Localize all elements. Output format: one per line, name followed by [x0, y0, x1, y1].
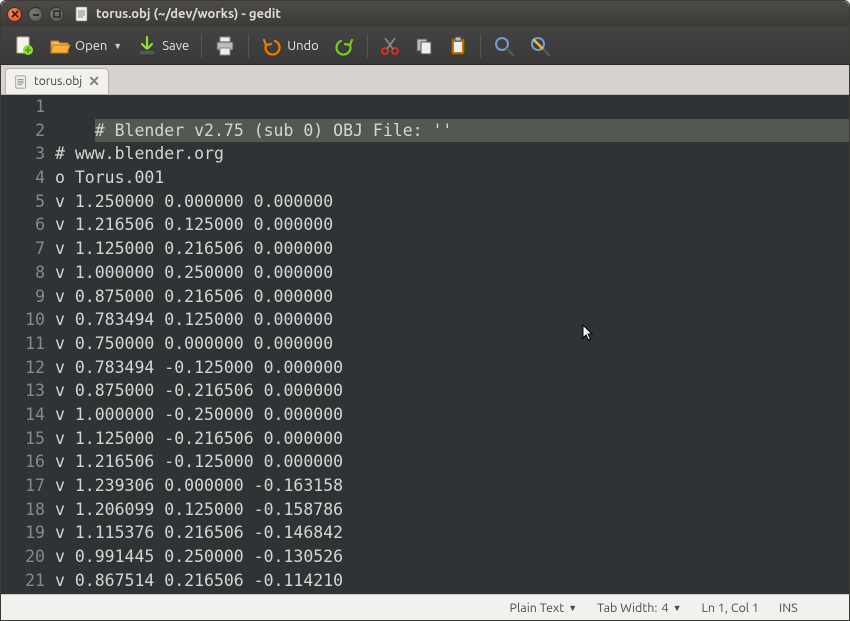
close-window-button[interactable] [7, 7, 22, 22]
line-number: 21 [1, 569, 45, 593]
save-label: Save [162, 39, 189, 53]
redo-icon [333, 35, 355, 57]
code-line[interactable]: v 0.867514 0.216506 -0.114210 [55, 569, 849, 593]
undo-label: Undo [287, 39, 319, 53]
line-number-gutter: 123456789101112131415161718192021 [1, 95, 55, 594]
code-line[interactable]: v 1.216506 -0.125000 0.000000 [55, 450, 849, 474]
line-number: 4 [1, 166, 45, 190]
code-line[interactable]: v 0.991445 0.250000 -0.130526 [55, 545, 849, 569]
syntax-selector[interactable]: Plain Text ▼ [510, 601, 578, 615]
toolbar-separator [480, 34, 481, 58]
undo-icon [261, 35, 283, 57]
open-label: Open [75, 39, 107, 53]
code-line[interactable]: v 1.125000 0.216506 0.000000 [55, 237, 849, 261]
line-number: 17 [1, 474, 45, 498]
code-line[interactable]: v 1.000000 0.250000 0.000000 [55, 261, 849, 285]
line-number: 14 [1, 403, 45, 427]
window-title: torus.obj (~/dev/works) - gedit [96, 7, 281, 21]
new-file-button[interactable] [7, 30, 41, 62]
chevron-down-icon: ▼ [113, 41, 122, 51]
syntax-label: Plain Text [510, 601, 565, 615]
editor-content[interactable]: # Blender v2.75 (sub 0) OBJ File: ''# ww… [55, 95, 849, 594]
code-line[interactable]: v 0.783494 -0.125000 0.000000 [55, 356, 849, 380]
line-number: 6 [1, 213, 45, 237]
print-icon [214, 35, 236, 57]
copy-button[interactable] [408, 30, 440, 62]
window-controls [7, 7, 64, 22]
document-tab[interactable]: torus.obj ✕ [5, 68, 109, 94]
new-file-icon [13, 35, 35, 57]
code-line[interactable]: v 1.115376 0.216506 -0.146842 [55, 521, 849, 545]
toolbar-separator [367, 34, 368, 58]
chevron-down-icon: ▼ [568, 603, 577, 613]
code-line[interactable]: v 1.125000 -0.216506 0.000000 [55, 427, 849, 451]
cursor-position: Ln 1, Col 1 [701, 601, 759, 615]
line-number: 8 [1, 261, 45, 285]
toolbar-separator [201, 34, 202, 58]
find-replace-button[interactable] [523, 30, 557, 62]
undo-button[interactable]: Undo [255, 30, 325, 62]
code-line[interactable]: v 0.776791 0.125000 -0.102266 [55, 592, 849, 594]
line-number: 12 [1, 356, 45, 380]
save-icon [136, 35, 158, 57]
line-number: 13 [1, 379, 45, 403]
code-line[interactable]: o Torus.001 [55, 166, 849, 190]
line-number: 10 [1, 308, 45, 332]
line-number: 15 [1, 427, 45, 451]
file-icon [14, 75, 28, 89]
code-line[interactable]: v 1.206099 0.125000 -0.158786 [55, 498, 849, 522]
tab-width-label: Tab Width: [597, 601, 657, 615]
line-number: 9 [1, 285, 45, 309]
insert-mode[interactable]: INS [779, 601, 835, 615]
line-number: 19 [1, 521, 45, 545]
search-icon [493, 35, 515, 57]
line-number: 20 [1, 545, 45, 569]
maximize-window-button[interactable] [49, 7, 64, 22]
app-icon [74, 6, 90, 22]
code-line[interactable]: v 1.250000 0.000000 0.000000 [55, 190, 849, 214]
cut-button[interactable] [374, 30, 406, 62]
tab-filename: torus.obj [34, 75, 82, 88]
print-button[interactable] [208, 30, 242, 62]
line-number: 11 [1, 332, 45, 356]
folder-open-icon [49, 35, 71, 57]
line-number: 5 [1, 190, 45, 214]
copy-icon [414, 36, 434, 56]
text-editor[interactable]: 123456789101112131415161718192021 # Blen… [1, 95, 849, 594]
code-line[interactable]: v 0.750000 0.000000 0.000000 [55, 332, 849, 356]
line-number: 18 [1, 498, 45, 522]
close-tab-button[interactable]: ✕ [88, 73, 100, 90]
paste-icon [448, 36, 468, 56]
code-line[interactable]: v 1.216506 0.125000 0.000000 [55, 213, 849, 237]
cut-icon [380, 36, 400, 56]
save-button[interactable]: Save [130, 30, 195, 62]
tab-width-value: 4 [662, 601, 669, 615]
document-tabstrip: torus.obj ✕ [1, 65, 849, 95]
find-replace-icon [529, 35, 551, 57]
open-button[interactable]: Open ▼ [43, 30, 128, 62]
paste-button[interactable] [442, 30, 474, 62]
line-number: 3 [1, 142, 45, 166]
window-titlebar: torus.obj (~/dev/works) - gedit [1, 1, 849, 27]
code-line[interactable]: v 0.783494 0.125000 0.000000 [55, 308, 849, 332]
line-number: 16 [1, 450, 45, 474]
toolbar-separator [248, 34, 249, 58]
code-line[interactable]: v 0.875000 0.216506 0.000000 [55, 285, 849, 309]
line-number: 7 [1, 237, 45, 261]
code-line[interactable]: # www.blender.org [55, 142, 849, 166]
chevron-down-icon: ▼ [673, 603, 682, 613]
code-line[interactable]: v 1.000000 -0.250000 0.000000 [55, 403, 849, 427]
redo-button[interactable] [327, 30, 361, 62]
status-bar: Plain Text ▼ Tab Width: 4 ▼ Ln 1, Col 1 … [1, 594, 849, 620]
code-line[interactable]: # Blender v2.75 (sub 0) OBJ File: '' [95, 119, 849, 143]
tab-width-selector[interactable]: Tab Width: 4 ▼ [597, 601, 681, 615]
line-number: 2 [1, 119, 45, 143]
minimize-window-button[interactable] [28, 7, 43, 22]
find-button[interactable] [487, 30, 521, 62]
code-line[interactable]: v 1.239306 0.000000 -0.163158 [55, 474, 849, 498]
code-line[interactable]: v 0.875000 -0.216506 0.000000 [55, 379, 849, 403]
line-number: 1 [1, 95, 45, 119]
main-toolbar: Open ▼ Save Undo [1, 27, 849, 65]
